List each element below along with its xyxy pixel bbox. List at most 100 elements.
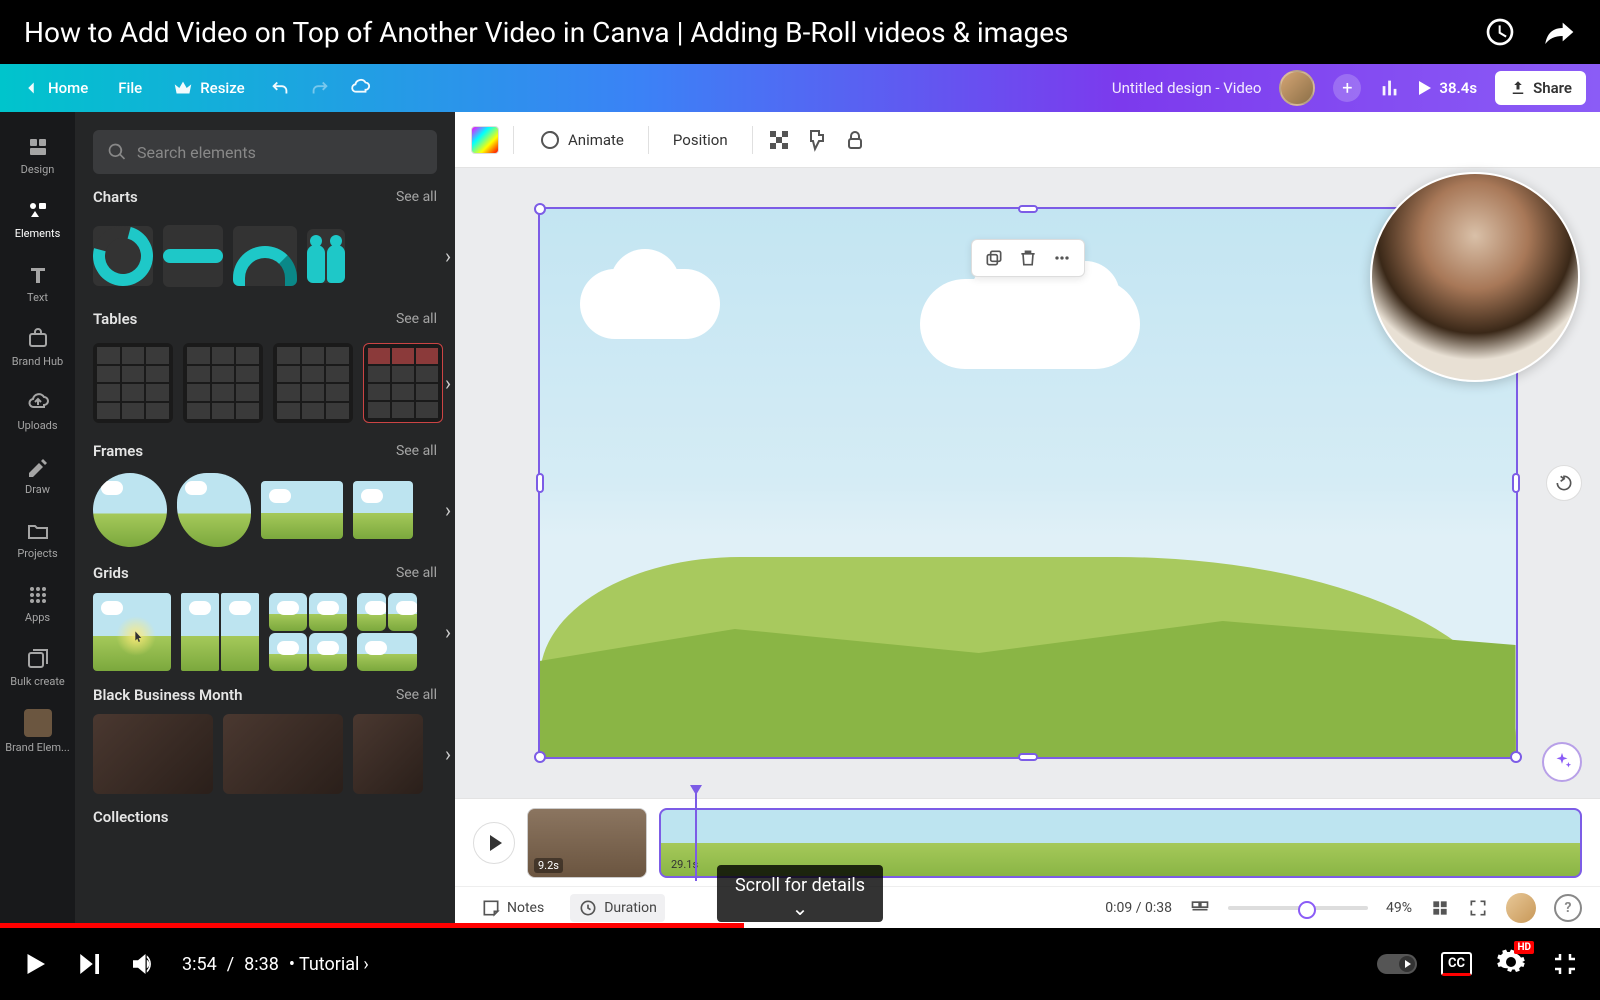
timeline: 9.2s 29.1s Notes Duration 0:09 / 0:38	[455, 798, 1600, 928]
chart-donut[interactable]	[93, 226, 153, 286]
trash-icon[interactable]	[1018, 248, 1038, 268]
analytics-icon[interactable]	[1379, 77, 1401, 99]
resize-handle[interactable]	[1510, 751, 1522, 763]
copy-style-icon[interactable]	[805, 128, 829, 152]
timeline-time: 0:09 / 0:38	[1105, 900, 1172, 916]
scroll-right-icon[interactable]: ›	[445, 620, 451, 644]
frame-rect[interactable]	[261, 481, 343, 539]
nav-bulk-create[interactable]: Bulk create	[0, 636, 75, 698]
yt-chapter[interactable]: • Tutorial ›	[289, 954, 369, 975]
share-button[interactable]: Share	[1495, 71, 1586, 105]
table-thumb-1[interactable]	[93, 343, 173, 423]
add-collaborator-button[interactable]: +	[1333, 74, 1361, 102]
see-all-frames[interactable]: See all	[396, 443, 437, 459]
scroll-right-icon[interactable]: ›	[445, 742, 451, 766]
yt-play-button[interactable]	[20, 949, 50, 979]
timeline-clip-1[interactable]: 9.2s	[527, 808, 647, 878]
preview-play-button[interactable]: 38.4s	[1419, 79, 1477, 97]
nav-design[interactable]: Design	[0, 124, 75, 186]
yt-settings-button[interactable]: HD	[1496, 947, 1526, 981]
duplicate-icon[interactable]	[984, 248, 1004, 268]
grid-view-icon[interactable]	[1430, 898, 1450, 918]
notes-button[interactable]: Notes	[473, 894, 552, 922]
yt-cc-button[interactable]: CC	[1441, 952, 1472, 976]
search-box[interactable]	[93, 130, 437, 174]
view-mode-icon[interactable]	[1190, 898, 1210, 918]
search-input[interactable]	[137, 143, 423, 162]
frame-blob[interactable]	[177, 473, 251, 547]
nav-uploads[interactable]: Uploads	[0, 380, 75, 442]
redo-icon[interactable]	[309, 77, 331, 99]
lock-icon[interactable]	[843, 128, 867, 152]
more-icon[interactable]	[1052, 248, 1072, 268]
see-all-charts[interactable]: See all	[396, 189, 437, 205]
timeline-playhead[interactable]	[695, 791, 697, 881]
magic-button[interactable]	[1542, 742, 1582, 782]
watch-later-icon[interactable]	[1484, 16, 1516, 48]
help-button[interactable]: ?	[1554, 894, 1582, 922]
transparency-icon[interactable]	[767, 128, 791, 152]
presenter-badge[interactable]	[1506, 893, 1536, 923]
photo-thumb-1[interactable]	[93, 714, 213, 794]
zoom-slider[interactable]	[1228, 906, 1368, 910]
photo-thumb-2[interactable]	[223, 714, 343, 794]
grid-mixed[interactable]	[357, 593, 417, 671]
timeline-track[interactable]: 9.2s 29.1s	[455, 799, 1600, 886]
see-all-tables[interactable]: See all	[396, 311, 437, 327]
yt-volume-button[interactable]	[128, 949, 158, 979]
rotate-button[interactable]	[1546, 465, 1582, 501]
nav-brand-elements[interactable]: Brand Elem...	[0, 700, 75, 762]
hd-badge: HD	[1514, 941, 1534, 954]
resize-handle[interactable]	[534, 751, 546, 763]
position-button[interactable]: Position	[663, 125, 738, 155]
grid-1x1[interactable]	[93, 593, 171, 671]
table-thumb-3[interactable]	[273, 343, 353, 423]
chevron-left-icon	[20, 77, 42, 99]
frame-rect-2[interactable]	[353, 481, 413, 539]
resize-handle[interactable]	[534, 203, 546, 215]
cloud-sync-icon[interactable]	[349, 77, 371, 99]
scroll-hint[interactable]: Scroll for details	[717, 865, 883, 922]
photo-thumb-3[interactable]	[353, 714, 423, 794]
scroll-right-icon[interactable]: ›	[445, 244, 451, 268]
upload-icon	[1509, 79, 1527, 97]
nav-elements[interactable]: Elements	[0, 188, 75, 250]
fullscreen-icon[interactable]	[1468, 898, 1488, 918]
scroll-right-icon[interactable]: ›	[445, 371, 451, 395]
home-button[interactable]: Home	[14, 73, 94, 103]
timeline-play-button[interactable]	[473, 822, 515, 864]
file-menu[interactable]: File	[112, 75, 148, 101]
nav-draw[interactable]: Draw	[0, 444, 75, 506]
grid-2x2[interactable]	[269, 593, 347, 671]
see-all-bbm[interactable]: See all	[396, 687, 437, 703]
duration-button[interactable]: Duration	[570, 894, 665, 922]
nav-projects[interactable]: Projects	[0, 508, 75, 570]
undo-icon[interactable]	[269, 77, 291, 99]
animate-button[interactable]: Animate	[528, 122, 634, 158]
chart-people[interactable]	[307, 229, 345, 283]
nav-brand-hub[interactable]: Brand Hub	[0, 316, 75, 378]
resize-handle[interactable]	[536, 473, 544, 493]
chart-progress-bar[interactable]	[163, 225, 223, 287]
yt-autoplay-toggle[interactable]	[1377, 954, 1417, 974]
document-name[interactable]: Untitled design - Video	[1112, 79, 1262, 97]
yt-next-button[interactable]	[74, 949, 104, 979]
chart-arc[interactable]	[233, 226, 297, 286]
resize-handle[interactable]	[1018, 753, 1038, 761]
frame-circle[interactable]	[93, 473, 167, 547]
resize-button[interactable]: Resize	[166, 73, 250, 103]
see-all-grids[interactable]: See all	[396, 565, 437, 581]
share-icon[interactable]	[1544, 16, 1576, 48]
nav-text[interactable]: Text	[0, 252, 75, 314]
table-thumb-2[interactable]	[183, 343, 263, 423]
grid-2col[interactable]	[181, 593, 259, 671]
yt-exit-fullscreen-button[interactable]	[1550, 949, 1580, 979]
color-swatch[interactable]	[471, 126, 499, 154]
table-thumb-4[interactable]	[363, 343, 443, 423]
resize-handle[interactable]	[1018, 205, 1038, 213]
resize-handle[interactable]	[1512, 473, 1520, 493]
user-avatar[interactable]	[1279, 70, 1315, 106]
nav-apps[interactable]: Apps	[0, 572, 75, 634]
section-bbm: Black Business MonthSee all ›	[93, 686, 437, 794]
pointer-cursor-icon	[130, 630, 146, 646]
